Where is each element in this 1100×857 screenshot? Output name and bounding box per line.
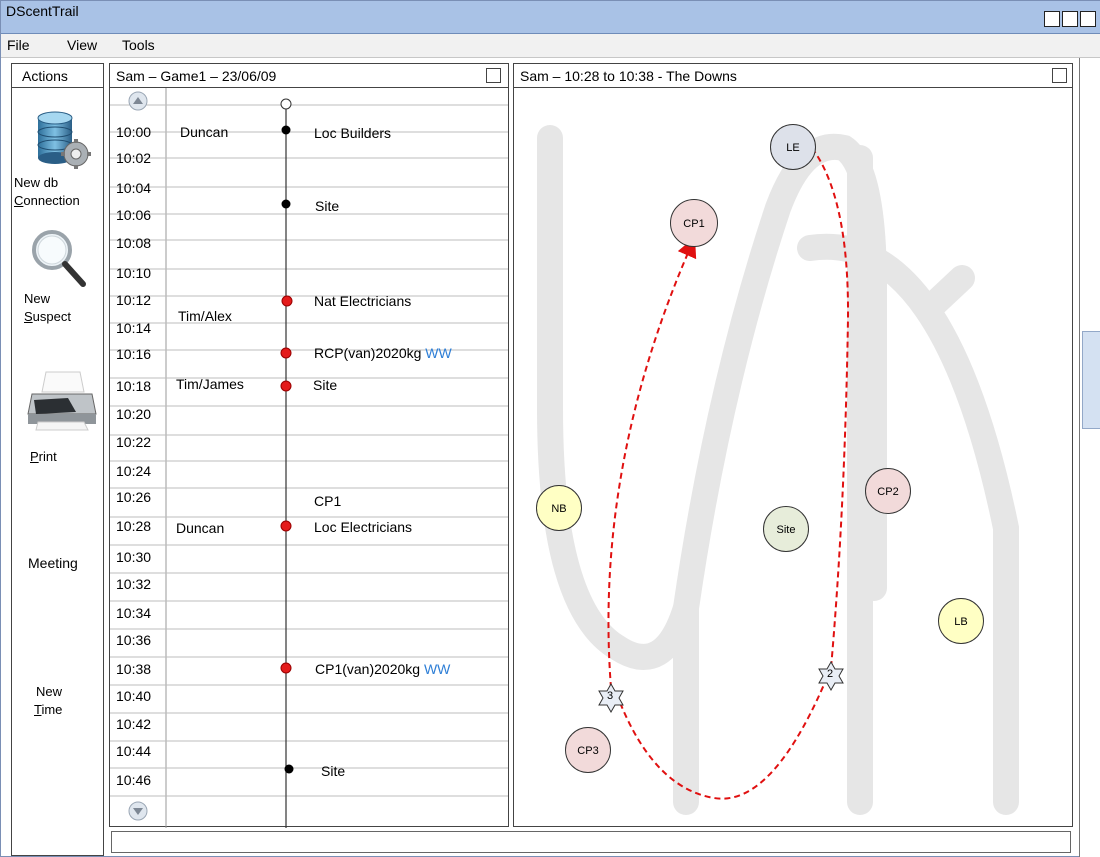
timeline-panel: Sam – Game1 – 23/06/09 10:00 10:02 10:04… — [109, 63, 509, 828]
map-node-LE[interactable]: LE — [770, 124, 816, 170]
route-overlay — [607, 147, 850, 800]
time-label: 10:08 — [116, 235, 152, 251]
route-marker-2[interactable]: 2 — [816, 661, 846, 691]
event-label[interactable]: Site — [321, 763, 345, 779]
event-dot — [280, 520, 292, 532]
timeline-grid — [110, 88, 508, 828]
event-label[interactable]: Site — [315, 198, 339, 214]
time-label: 10:26 — [116, 489, 152, 505]
ww-tag: WW — [423, 661, 451, 677]
command-input[interactable] — [111, 831, 1071, 853]
time-label: 10:38 — [116, 661, 152, 677]
meeting-button[interactable]: Meeting — [28, 554, 78, 572]
app-window: DScentTrail File View Tools Actions New … — [0, 0, 1100, 857]
time-label: 10:44 — [116, 743, 152, 759]
time-label: 10:46 — [116, 772, 152, 788]
map-node-Site[interactable]: Site — [763, 506, 809, 552]
map-maximize-button[interactable] — [1052, 68, 1067, 83]
person-label: Duncan — [180, 124, 229, 140]
time-label: 10:14 — [116, 320, 152, 336]
event-label[interactable]: CP1(van)2020kg WW — [315, 661, 450, 677]
time-label: 10:42 — [116, 716, 152, 732]
timeline-header: Sam – Game1 – 23/06/09 — [110, 64, 508, 88]
time-label: 10:32 — [116, 576, 152, 592]
event-dot — [281, 295, 293, 307]
menu-tools[interactable]: Tools — [122, 37, 155, 53]
time-label: 10:00 — [116, 124, 152, 140]
person-label: Tim/James — [176, 376, 244, 392]
event-dot — [280, 380, 292, 392]
time-label: 10:40 — [116, 688, 152, 704]
route-marker-3[interactable]: 3 — [596, 683, 626, 713]
close-button[interactable] — [1080, 11, 1096, 27]
time-label: 10:18 — [116, 378, 152, 394]
event-label[interactable]: Site — [313, 377, 337, 393]
app-title: DScentTrail — [6, 3, 79, 19]
map-header: Sam – 10:28 to 10:38 - The Downs — [514, 64, 1072, 88]
time-label: 10:20 — [116, 406, 152, 422]
magnifier-icon — [32, 230, 86, 287]
person-label: Duncan — [176, 520, 225, 536]
scroll-up-icon[interactable] — [128, 91, 148, 111]
event-dot — [280, 662, 292, 674]
maximize-button[interactable] — [1062, 11, 1078, 27]
map-title: Sam – 10:28 to 10:38 - The Downs — [520, 68, 737, 84]
new-suspect-label: New Suspect — [24, 291, 71, 324]
menu-bar: File View Tools — [1, 34, 1100, 58]
person-label: Tim/Alex — [178, 308, 232, 324]
scroll-down-icon[interactable] — [128, 801, 148, 821]
right-scrollbar-thumb[interactable] — [1082, 331, 1100, 429]
time-label: 10:16 — [116, 346, 152, 362]
new-db-connection-button[interactable]: New db Connection — [12, 104, 104, 214]
ww-tag: WW — [425, 345, 452, 361]
new-db-label: New db Connection — [14, 175, 80, 208]
time-label: 10:34 — [116, 605, 152, 621]
timeline-maximize-button[interactable] — [486, 68, 501, 83]
event-dot — [281, 199, 291, 209]
event-label[interactable]: Loc Electricians — [314, 519, 412, 535]
printer-icon — [27, 371, 97, 431]
time-label: 10:02 — [116, 150, 152, 166]
event-label[interactable]: Nat Electricians — [314, 293, 411, 309]
time-label: 10:30 — [116, 549, 152, 565]
new-suspect-button[interactable]: New Suspect — [12, 224, 104, 334]
time-label: 10:12 — [116, 292, 152, 308]
timeline-title: Sam – Game1 – 23/06/09 — [116, 68, 277, 84]
menu-view[interactable]: View — [67, 37, 97, 53]
map-node-CP1[interactable]: CP1 — [670, 199, 718, 247]
event-label[interactable]: RCP(van)2020kg WW — [314, 345, 452, 361]
title-bar: DScentTrail — [1, 1, 1100, 34]
event-label[interactable]: CP1 — [314, 493, 341, 509]
event-label[interactable]: Loc Builders — [314, 125, 391, 141]
time-label: 10:28 — [116, 518, 152, 534]
actions-header-label: Actions — [22, 68, 68, 84]
time-label: 10:10 — [116, 265, 152, 281]
time-label: 10:22 — [116, 434, 152, 450]
map-node-NB[interactable]: NB — [536, 485, 582, 531]
print-label: Print — [30, 449, 57, 464]
time-label: 10:04 — [116, 180, 152, 196]
map-panel: Sam – 10:28 to 10:38 - The Downs LE CP1 … — [513, 63, 1073, 827]
event-dot — [281, 125, 291, 135]
time-label: 10:24 — [116, 463, 152, 479]
print-button[interactable]: Print — [12, 364, 104, 469]
actions-header: Actions — [12, 64, 103, 88]
menu-file[interactable]: File — [7, 37, 30, 53]
time-label: 10:06 — [116, 207, 152, 223]
minimize-button[interactable] — [1044, 11, 1060, 27]
map-node-CP3[interactable]: CP3 — [565, 727, 611, 773]
right-scrollbar[interactable] — [1079, 58, 1100, 857]
event-dot — [284, 764, 294, 774]
new-time-button[interactable]: New Time — [34, 683, 62, 719]
map-node-LB[interactable]: LB — [938, 598, 984, 644]
actions-panel: Actions New db Connection New Suspect Pr… — [11, 63, 104, 856]
time-label: 10:36 — [116, 632, 152, 648]
event-dot — [280, 347, 292, 359]
database-gear-icon — [37, 111, 91, 169]
map-node-CP2[interactable]: CP2 — [865, 468, 911, 514]
